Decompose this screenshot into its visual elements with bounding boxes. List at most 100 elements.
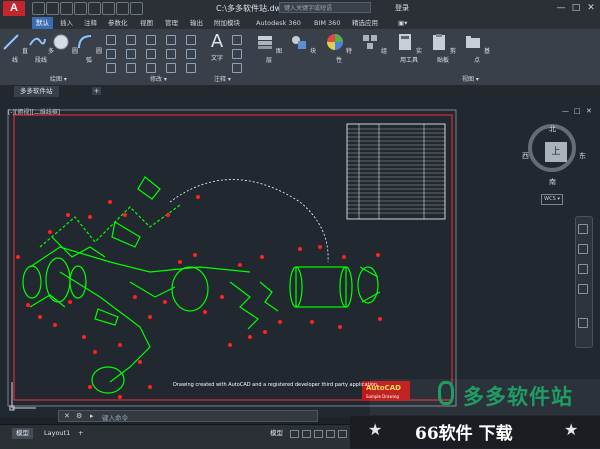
polyline-tool[interactable]: 多段线 — [28, 33, 54, 64]
command-close-icon[interactable]: ✕ — [64, 412, 70, 420]
group-tool[interactable]: 组 — [361, 33, 387, 55]
tab-featured-apps[interactable]: 精选应用 — [348, 17, 382, 29]
stretch-icon[interactable] — [126, 63, 136, 73]
basepoint-tool[interactable]: 基点 — [464, 33, 490, 64]
viewport-maximize[interactable]: □ — [574, 107, 581, 115]
line-tool[interactable]: 直线 — [2, 33, 28, 64]
explode-icon[interactable] — [186, 49, 196, 59]
clipboard-tool[interactable]: 剪贴板 — [428, 33, 458, 64]
table-icon[interactable] — [232, 63, 242, 73]
fillet-icon[interactable] — [166, 49, 176, 59]
close-button[interactable]: ✕ — [584, 2, 598, 14]
mirror-icon[interactable] — [146, 49, 156, 59]
command-input[interactable]: 键入命令 — [102, 412, 128, 422]
tab-manage[interactable]: 管理 — [161, 17, 182, 29]
tab-home[interactable]: 默认 — [32, 17, 53, 29]
command-settings-icon[interactable]: ⚙ — [76, 412, 82, 420]
tab-bim-360[interactable]: BIM 360 — [310, 17, 344, 29]
offset-icon[interactable] — [186, 63, 196, 73]
paper-edge — [7, 109, 457, 407]
part-balloons — [16, 195, 382, 399]
compass-west[interactable]: 西 — [522, 151, 529, 161]
grid-icon[interactable] — [290, 430, 299, 438]
circle-tool[interactable]: 圆 — [52, 33, 78, 55]
tab-parametric[interactable]: 参数化 — [104, 17, 132, 29]
move-icon[interactable] — [126, 35, 136, 45]
polar-icon[interactable] — [326, 430, 335, 438]
tab-options[interactable]: ▣▾ — [394, 17, 411, 29]
text-tool[interactable]: A 文字 — [204, 33, 230, 63]
login-button[interactable]: 登录 — [395, 3, 409, 13]
tab-addins[interactable]: 附加模块 — [210, 17, 244, 29]
add-layout-button[interactable]: + — [74, 428, 87, 439]
copy-icon[interactable] — [126, 49, 136, 59]
maximize-button[interactable]: □ — [569, 2, 583, 14]
tab-insert[interactable]: 插入 — [56, 17, 77, 29]
erase-icon[interactable] — [186, 35, 196, 45]
panel-annotation-title[interactable]: 注释 ▾ — [214, 75, 231, 85]
panel-view-title[interactable]: 视图 ▾ — [462, 75, 479, 85]
block-tool[interactable]: 块 — [290, 33, 316, 55]
circle-icon — [53, 34, 69, 50]
utilities-tool[interactable]: 实用工具 — [394, 33, 424, 64]
draw-small-icon-3[interactable] — [106, 63, 116, 73]
draw-small-icon-1[interactable] — [106, 35, 116, 45]
search-input[interactable]: 键入关键字或短语 — [279, 2, 371, 13]
compass-north[interactable]: 北 — [549, 124, 556, 134]
tab-output[interactable]: 输出 — [186, 17, 207, 29]
tab-layout1[interactable]: Layout1 — [40, 428, 74, 439]
osnap-icon[interactable] — [338, 430, 347, 438]
tab-model[interactable]: 模型 — [12, 428, 33, 439]
autocad-logo-icon[interactable]: A — [3, 1, 25, 16]
save-icon[interactable] — [60, 2, 73, 15]
rotate-icon[interactable] — [146, 35, 156, 45]
dimension-icon[interactable] — [232, 35, 242, 45]
panel-modify-title[interactable]: 修改 ▾ — [150, 75, 167, 85]
wcs-dropdown[interactable]: WCS ▾ — [541, 194, 563, 205]
leader-icon[interactable] — [232, 49, 242, 59]
array-icon[interactable] — [166, 63, 176, 73]
tab-autodesk-360[interactable]: Autodesk 360 — [252, 17, 305, 29]
compass-east[interactable]: 东 — [579, 151, 586, 161]
model-space-button[interactable]: 模型 — [266, 428, 287, 439]
command-recent-icon[interactable]: ▸ — [90, 412, 94, 420]
viewport-close[interactable]: ✕ — [586, 107, 592, 115]
undo-icon[interactable] — [102, 2, 115, 15]
save-as-icon[interactable] — [74, 2, 87, 15]
full-navigation-wheel-icon[interactable] — [578, 224, 588, 234]
scale-icon[interactable] — [146, 63, 156, 73]
viewcube-top-face[interactable]: 上 — [545, 142, 567, 162]
orbit-icon[interactable] — [578, 284, 588, 294]
calculator-icon — [399, 34, 412, 50]
bottom-banner-text: 66软件 下载 — [415, 424, 513, 444]
new-tab-button[interactable]: + — [92, 87, 101, 95]
trim-icon[interactable] — [166, 35, 176, 45]
properties-tool[interactable]: 特性 — [326, 33, 352, 64]
drawing-canvas — [7, 109, 457, 407]
tab-view[interactable]: 视图 — [136, 17, 157, 29]
compass-south[interactable]: 南 — [549, 177, 556, 187]
share-icon[interactable] — [130, 2, 143, 15]
showmotion-icon[interactable] — [578, 318, 588, 328]
arc-tool[interactable]: 圆弧 — [76, 33, 102, 64]
zoom-extents-icon[interactable] — [578, 264, 588, 274]
new-file-icon[interactable] — [32, 2, 45, 15]
minimize-button[interactable]: — — [554, 2, 568, 14]
viewport-minimize[interactable]: — — [562, 107, 569, 115]
star-left-icon: ★ — [368, 420, 383, 439]
print-icon[interactable] — [88, 2, 101, 15]
layers-tool[interactable]: 图层 — [256, 33, 282, 64]
command-line[interactable] — [58, 410, 318, 422]
snap-icon[interactable] — [302, 430, 311, 438]
redo-icon[interactable] — [116, 2, 129, 15]
pan-icon[interactable] — [578, 244, 588, 254]
open-file-icon[interactable] — [46, 2, 59, 15]
ortho-icon[interactable] — [314, 430, 323, 438]
block-icon — [292, 36, 307, 49]
parts-list-table — [346, 123, 446, 220]
line-icon — [3, 34, 19, 50]
tab-annotate[interactable]: 注释 — [80, 17, 101, 29]
draw-small-icon-2[interactable] — [106, 49, 116, 59]
document-tab[interactable]: 多多软件站 — [14, 86, 59, 97]
panel-draw-title[interactable]: 绘图 ▾ — [50, 75, 67, 85]
